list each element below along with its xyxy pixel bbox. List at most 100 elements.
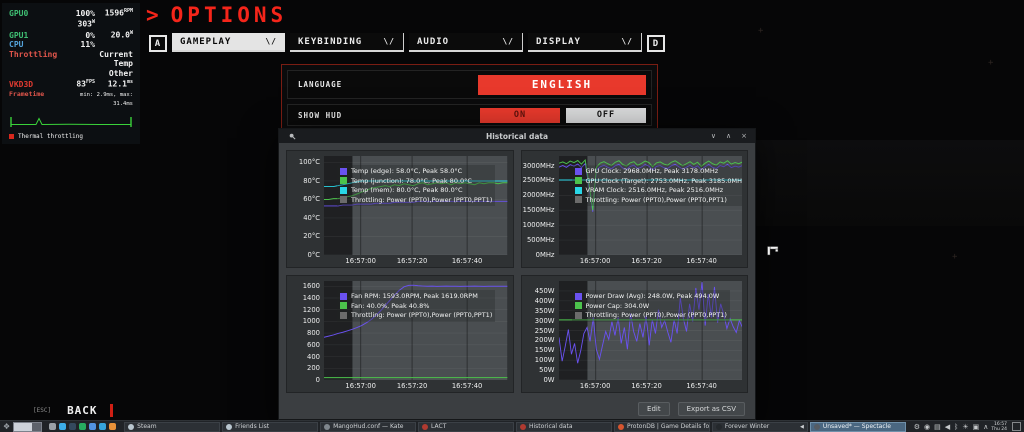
language-value-button[interactable]: ENGLISH <box>478 74 646 95</box>
window-controls: ∨ ∧ × <box>711 132 747 140</box>
y-axis-tick-label: 0W <box>543 376 555 384</box>
show-desktop-button[interactable] <box>1012 422 1021 431</box>
package-icon[interactable] <box>69 423 77 430</box>
export-csv-button[interactable]: Export as CSV <box>677 402 745 416</box>
updates-tray-icon[interactable]: ⚙ <box>914 423 920 431</box>
language-label: LANGUAGE <box>298 80 343 89</box>
firefox-icon[interactable] <box>109 423 117 430</box>
historical-data-window: Historical data ∨ ∧ × 0°C 20°C 40°C 60°C 80°… <box>278 128 756 420</box>
legend-label: Temp (junction): 78.0°C, Peak 80.0°C <box>351 176 472 185</box>
language-setting-row: LANGUAGE ENGLISH <box>287 70 652 99</box>
task-button[interactable]: Steam <box>124 421 221 432</box>
tab-label: AUDIO <box>417 36 450 47</box>
maximize-button[interactable]: ∧ <box>726 132 731 140</box>
chart-plot-area[interactable]: Temp (edge): 58.0°C, Peak 58.0°C Temp (ju… <box>324 156 508 255</box>
close-button[interactable]: × <box>741 132 747 140</box>
task-button[interactable]: Forever Winter ◀ <box>711 421 808 432</box>
tab-display[interactable]: DISPLAY \/ <box>528 33 642 52</box>
thermal-throttling-legend: Thermal throttling <box>9 132 133 142</box>
clipboard-tray-icon[interactable]: ▤ <box>934 423 941 431</box>
legend-color-swatch <box>340 186 347 194</box>
tab-audio[interactable]: AUDIO \/ <box>409 33 523 52</box>
chart-plot-area[interactable]: Fan RPM: 1593.0RPM, Peak 1619.0RPM Fan: 4… <box>324 281 508 380</box>
legend-entry: Power Draw (Avg): 248.0W, Peak 494.0W <box>574 292 727 301</box>
x-axis-tick-label: 16:57:40 <box>686 382 717 390</box>
clock-date: Thu 24 <box>991 426 1007 432</box>
window-titlebar[interactable]: Historical data ∨ ∧ × <box>279 129 755 143</box>
taskbar: ❖ Steam Friends List MangoHud.conf — Kate L… <box>0 420 1024 432</box>
edit-button[interactable]: Edit <box>638 402 670 416</box>
task-button[interactable]: Friends List <box>222 421 319 432</box>
gameplay-settings-panel: LANGUAGE ENGLISH SHOW HUD ON OFF <box>281 64 658 132</box>
hud-throttling-row: Throttling Current <box>9 50 133 60</box>
prev-tab-key-hint[interactable]: A <box>149 35 167 52</box>
y-axis-tick-label: 250W <box>534 326 555 335</box>
volume-tray-icon[interactable]: ◀ <box>945 423 950 431</box>
task-app-icon <box>422 423 429 430</box>
app-launcher-icon[interactable]: ❖ <box>3 422 10 431</box>
x-axis-tick-label: 16:57:40 <box>686 257 717 265</box>
page-title: > OPTIONS <box>146 3 287 27</box>
x-axis-tick-label: 16:57:40 <box>451 382 483 390</box>
telegram-icon[interactable] <box>99 423 107 430</box>
brightness-tray-icon[interactable]: ☀ <box>962 423 968 431</box>
x-axis-tick-label: 16:57:00 <box>579 257 611 265</box>
bluetooth-tray-icon[interactable]: ᛒ <box>954 423 958 431</box>
throttling-line-temp: Temp <box>113 59 133 69</box>
system-monitor-icon[interactable] <box>79 423 87 430</box>
x-axis-tick-label: 16:57:20 <box>396 257 428 265</box>
task-button[interactable]: Unsaved* — Spectacle <box>809 421 906 432</box>
show-hud-on-button[interactable]: ON <box>480 107 560 123</box>
frametime-minmax: min: 2.9ms, max: 31.4ms <box>80 91 133 108</box>
audio-playing-icon[interactable]: ◀ <box>800 424 804 430</box>
cursor-tool-icon[interactable] <box>49 423 57 430</box>
x-axis-tick-label: 16:57:20 <box>631 382 662 390</box>
taskbar-clock[interactable]: 16:57 Thu 24 <box>991 422 1007 432</box>
x-axis-tick-label: 16:57:20 <box>396 382 428 390</box>
chart-plot-area[interactable]: Power Draw (Avg): 248.0W, Peak 494.0W Pow… <box>558 281 742 380</box>
file-manager-icon[interactable] <box>59 423 67 430</box>
task-label: Unsaved* — Spectacle <box>822 423 891 430</box>
y-axis-tick-label: 1500MHz <box>522 206 555 215</box>
x-axis: 16:57:00 16:57:20 16:57:40 <box>559 255 743 267</box>
x-axis: 16:57:00 16:57:20 16:57:40 <box>324 255 508 267</box>
task-button[interactable]: ProtonDB | Game Details for Th… <box>613 421 710 432</box>
cpu-load: 11% <box>80 40 95 50</box>
next-tab-key-hint[interactable]: D <box>647 35 665 52</box>
steam-tray-icon[interactable]: ◉ <box>924 423 930 431</box>
chart-plot-area[interactable]: GPU Clock: 2968.0MHz, Peak 3178.0MHz GPU … <box>558 156 742 255</box>
display-tray-icon[interactable]: ▣ <box>973 423 980 431</box>
task-app-icon <box>813 423 820 430</box>
tray-expander-icon[interactable]: ∧ <box>983 423 988 431</box>
legend-label: Temp (mem): 80.0°C, Peak 80.0°C <box>351 186 463 194</box>
desktop-pager[interactable] <box>13 421 43 432</box>
tab-gameplay[interactable]: GAMEPLAY \/ <box>172 33 285 52</box>
frametime-graph <box>9 113 133 130</box>
y-axis: 0MHz 500MHz 1000MHz 1500MHz 2000MHz 2500MHz 30… <box>522 156 559 259</box>
legend-entry: Temp (edge): 58.0°C, Peak 58.0°C <box>340 167 492 176</box>
legend-color-swatch <box>574 311 582 319</box>
legend-label: GPU Clock: 2968.0MHz, Peak 3178.0MHz <box>585 167 719 175</box>
hud-gpu1-row: GPU1 0% 20.0W <box>9 29 133 40</box>
show-hud-off-button[interactable]: OFF <box>566 107 646 123</box>
tab-keybinding[interactable]: KEYBINDING \/ <box>290 33 404 52</box>
browser-icon[interactable] <box>89 423 97 430</box>
task-button[interactable]: LACT <box>418 421 514 432</box>
thermal-throttling-label: Thermal throttling <box>18 132 84 140</box>
legend-color-swatch <box>574 167 582 175</box>
throttling-label: Throttling <box>9 49 58 59</box>
legend-color-swatch <box>340 167 347 175</box>
y-axis-tick-label: 0 <box>315 376 320 384</box>
task-button[interactable]: Historical data <box>515 421 612 432</box>
background-decoration: + <box>988 58 994 68</box>
back-button[interactable]: BACK <box>67 404 98 417</box>
vkd3d-frametime: 12.1ms <box>107 79 133 90</box>
legend-color-swatch <box>574 196 582 204</box>
pin-icon[interactable] <box>289 133 296 140</box>
task-button[interactable]: MangoHud.conf — Kate <box>320 421 417 432</box>
legend-label: Throttling: Power (PPT0),Power (PPT0,PPT… <box>585 311 727 319</box>
back-divider <box>109 404 113 417</box>
y-axis-tick-label: 400W <box>534 296 555 305</box>
y-axis-tick-label: 3000MHz <box>522 161 555 170</box>
minimize-button[interactable]: ∨ <box>711 132 716 140</box>
